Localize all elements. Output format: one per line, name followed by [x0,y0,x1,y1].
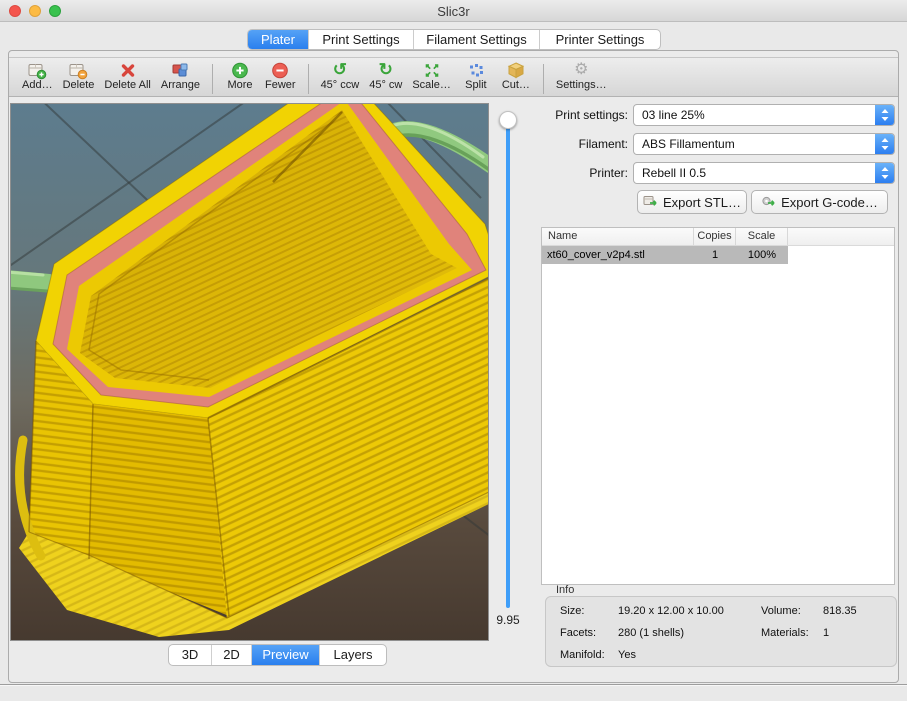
fewer-copies-button[interactable]: Fewer [265,60,296,91]
package-add-icon [26,60,48,80]
print-settings-label: Print settings: [498,108,628,122]
rotate-ccw-icon: ↺ [333,60,347,80]
info-panel: Size: 19.20 x 12.00 x 10.00 Volume: 818.… [545,596,897,667]
column-header-name: Name [542,228,694,245]
manifold-label: Manifold: [560,649,605,661]
info-group-title: Info [556,584,574,596]
size-label: Size: [560,605,584,617]
volume-label: Volume: [761,605,801,617]
toolbar-separator [308,64,309,94]
rotate-ccw-button[interactable]: ↺ 45° ccw [321,60,360,91]
tab-3d[interactable]: 3D [169,645,211,665]
settings-gear-icon: ⚙ [574,60,588,80]
toolbar-label: Add… [22,79,53,91]
toolbar: Add… Delete Delete All Arrang [9,57,898,97]
facets-label: Facets: [560,627,596,639]
size-value: 19.20 x 12.00 x 10.00 [618,605,724,617]
split-button[interactable]: Split [461,60,491,91]
table-row-selected[interactable]: xt60_cover_v2p4.stl 1 100% [542,246,894,264]
facets-value: 280 (1 shells) [618,627,684,639]
toolbar-label: Cut… [502,79,530,91]
toolbar-label: More [227,79,252,91]
export-gcode-button[interactable]: Export G-code… [751,190,888,214]
column-header-spacer [788,228,894,245]
volume-value: 818.35 [823,605,857,617]
scale-arrows-icon [423,60,441,80]
cell-copies: 1 [694,246,736,264]
tab-2d[interactable]: 2D [211,645,251,665]
statusbar [0,686,907,701]
layer-slider-value: 9.95 [486,613,530,627]
column-header-copies: Copies [694,228,736,245]
toolbar-label: Scale… [412,79,451,91]
column-header-scale: Scale [736,228,788,245]
manifold-value: Yes [618,649,636,661]
object-table: Name Copies Scale xt60_cover_v2p4.stl 1 … [541,227,895,585]
rotate-cw-icon: ↻ [379,60,393,80]
filament-label: Filament: [498,137,628,151]
print-settings-select[interactable]: 03 line 25% [633,104,895,126]
toolbar-label: Settings… [556,79,607,91]
toolbar-label: Fewer [265,79,296,91]
filament-select[interactable]: ABS Fillamentum [633,133,895,155]
skirt-loop-left [11,272,49,291]
export-gcode-icon [761,194,776,211]
filament-value: ABS Fillamentum [642,137,735,151]
viewport-3d-scene [11,104,489,641]
table-header: Name Copies Scale [542,228,894,246]
printer-value: Rebell II 0.5 [642,166,706,180]
tab-plater[interactable]: Plater [248,30,308,49]
export-gcode-label: Export G-code… [781,195,878,210]
toolbar-label: Delete [63,79,95,91]
delete-button[interactable]: Delete [63,60,95,91]
viewport-3d[interactable] [10,103,489,641]
layer-slider-track[interactable] [506,118,510,608]
titlebar: Slic3r [0,0,907,22]
arrange-button[interactable]: Arrange [161,60,200,91]
toolbar-label: 45° ccw [321,79,360,91]
materials-label: Materials: [761,627,809,639]
tab-print-settings[interactable]: Print Settings [308,30,413,49]
printer-select[interactable]: Rebell II 0.5 [633,162,895,184]
cell-spacer [788,246,894,264]
tab-layers[interactable]: Layers [319,645,386,665]
package-remove-icon [67,60,89,80]
arrange-cubes-icon [170,60,190,80]
cell-name: xt60_cover_v2p4.stl [542,246,694,264]
more-copies-button[interactable]: More [225,60,255,91]
cell-scale: 100% [736,246,788,264]
main-tab-bar: Plater Print Settings Filament Settings … [247,29,661,50]
window-title: Slic3r [0,4,907,19]
toolbar-label: 45° cw [369,79,402,91]
delete-all-button[interactable]: Delete All [104,60,150,91]
rotate-cw-button[interactable]: ↻ 45° cw [369,60,402,91]
split-dots-icon [467,60,485,80]
toolbar-separator [212,64,213,94]
delete-all-x-icon [119,60,137,80]
export-stl-button[interactable]: Export STL… [637,190,747,214]
add-button[interactable]: Add… [22,60,53,91]
minus-circle-icon [271,60,289,80]
toolbar-label: Delete All [104,79,150,91]
materials-value: 1 [823,627,829,639]
chevron-up-down-icon [875,134,894,154]
tab-filament-settings[interactable]: Filament Settings [413,30,539,49]
toolbar-separator [543,64,544,94]
print-settings-value: 03 line 25% [642,108,705,122]
cut-button[interactable]: Cut… [501,60,531,91]
plus-circle-icon [231,60,249,80]
scale-button[interactable]: Scale… [412,60,451,91]
tab-printer-settings[interactable]: Printer Settings [539,30,660,49]
toolbar-label: Split [465,79,486,91]
tab-preview[interactable]: Preview [251,645,319,665]
settings-button[interactable]: ⚙ Settings… [556,60,607,91]
cut-box-icon [507,60,525,80]
toolbar-label: Arrange [161,79,200,91]
viewer-mode-tabs: 3D 2D Preview Layers [168,644,387,666]
export-stl-icon [643,194,658,211]
printer-label: Printer: [498,166,628,180]
chevron-up-down-icon [875,105,894,125]
chevron-up-down-icon [875,163,894,183]
export-stl-label: Export STL… [663,195,741,210]
